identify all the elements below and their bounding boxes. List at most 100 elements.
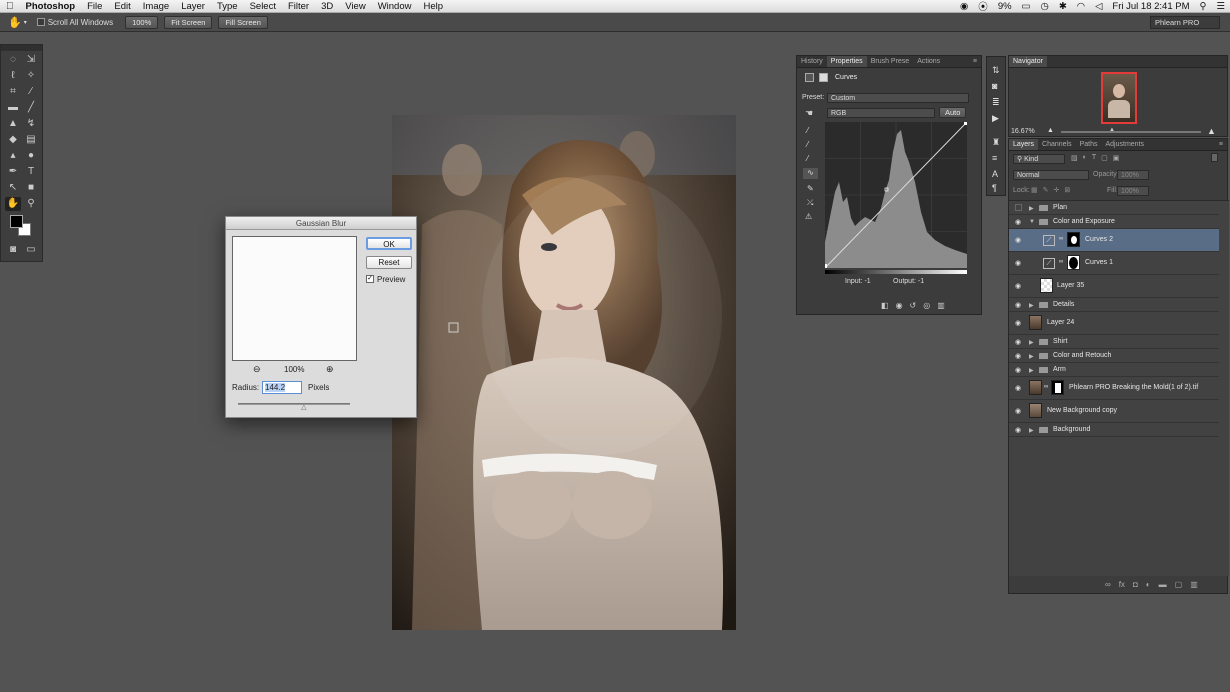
rectangle-tool-icon[interactable]: ■ <box>23 181 39 195</box>
eye-icon[interactable]: ◉ <box>1013 301 1023 309</box>
zoom-out-icon[interactable]: ⊖ <box>253 364 261 375</box>
new-group-icon[interactable]: ▬ <box>1159 580 1167 589</box>
navigator-zoom-slider[interactable] <box>1061 131 1201 133</box>
brush-panel-icon[interactable]: ≣ <box>992 97 1000 108</box>
eye-icon[interactable]: ◉ <box>1013 352 1023 360</box>
auto-button[interactable]: Auto <box>939 107 967 118</box>
curve-edit-icon[interactable]: ∿ <box>803 168 818 179</box>
new-adjustment-icon[interactable]: ◐ <box>1146 580 1151 589</box>
paragraph-panel-icon[interactable]: ¶ <box>992 183 997 193</box>
document-canvas[interactable] <box>392 115 736 630</box>
gradient-tool-icon[interactable]: ▤ <box>23 133 39 147</box>
black-point-eyedropper-icon[interactable]: ⁄ <box>807 126 808 135</box>
collapse-arrow-icon[interactable]: ▼ <box>1029 219 1035 225</box>
curves-graph[interactable] <box>825 122 967 268</box>
filter-pixel-icon[interactable]: ▨ <box>1071 154 1078 162</box>
expand-arrow-icon[interactable]: ▶ <box>1029 367 1034 374</box>
properties-panel-icon[interactable]: ◙ <box>992 81 997 91</box>
smooth-icon[interactable]: ⤯ <box>807 198 813 208</box>
eye-icon[interactable]: ◉ <box>1013 259 1023 267</box>
delete-layer-icon[interactable]: ▥ <box>1190 580 1198 589</box>
link-layers-icon[interactable]: ∞ <box>1105 580 1111 589</box>
notification-center-icon[interactable]: ☰ <box>1211 1 1230 12</box>
opacity-input[interactable]: 100% <box>1117 170 1149 180</box>
tab-actions[interactable]: Actions <box>913 56 944 67</box>
zoom-in-mountain-icon[interactable]: ▲ <box>1207 126 1216 136</box>
layer-thumbnail[interactable] <box>1029 380 1042 395</box>
expand-arrow-icon[interactable]: ▶ <box>1029 339 1034 346</box>
channel-select[interactable]: RGB <box>827 108 935 118</box>
expand-arrow-icon[interactable]: ▶ <box>1029 353 1034 360</box>
eye-icon[interactable]: ◉ <box>1013 384 1023 392</box>
stamp-tool-icon[interactable]: ▲ <box>5 117 21 131</box>
lock-transparent-icon[interactable]: ▦ <box>1031 186 1038 194</box>
battery-icon[interactable]: ▭ <box>1017 1 1036 12</box>
layer-style-icon[interactable]: fx <box>1119 580 1125 589</box>
magic-wand-icon[interactable]: ✧ <box>23 69 39 83</box>
filter-toggle[interactable] <box>1211 153 1218 162</box>
menu-filter[interactable]: Filter <box>282 1 315 12</box>
link-icon[interactable]: ∞ <box>1059 259 1063 265</box>
layer-mask-thumbnail[interactable] <box>1067 232 1080 247</box>
layer-thumbnail[interactable] <box>1040 278 1053 293</box>
lock-position-icon[interactable]: ✛ <box>1054 186 1060 194</box>
lock-pixels-icon[interactable]: ✎ <box>1043 186 1049 194</box>
lasso-tool-icon[interactable]: ℓ <box>5 69 21 83</box>
layer-row[interactable]: ◉ Layer 35 <box>1009 275 1219 298</box>
record-icon[interactable]: ⦿ <box>973 0 993 13</box>
gray-point-eyedropper-icon[interactable]: ⁄ <box>807 140 808 149</box>
healing-brush-icon[interactable]: ▬ <box>5 101 21 115</box>
layer-mask-thumbnail[interactable] <box>1067 255 1080 270</box>
tab-properties[interactable]: Properties <box>826 56 867 67</box>
time-machine-icon[interactable]: ◷ <box>1036 1 1054 12</box>
menu-select[interactable]: Select <box>244 1 282 12</box>
new-layer-icon[interactable]: ▢ <box>1175 580 1183 589</box>
layer-thumbnail[interactable] <box>1029 315 1042 330</box>
menu-layer[interactable]: Layer <box>175 1 211 12</box>
quick-mask-icon[interactable]: ◙ <box>5 243 21 257</box>
lock-all-icon[interactable]: ⊠ <box>1064 186 1070 194</box>
marquee-tool-icon[interactable]: ◌ <box>5 53 21 67</box>
history-brush-icon[interactable]: ↯ <box>23 117 39 131</box>
bluetooth-icon[interactable]: ✱ <box>1054 1 1072 12</box>
move-tool-icon[interactable]: ⇲ <box>23 53 39 67</box>
layer-row[interactable]: ▶ Plan <box>1009 201 1219 215</box>
layer-row[interactable]: ◉ ▶ Color and Retouch <box>1009 349 1219 363</box>
filter-smart-icon[interactable]: ▣ <box>1113 154 1120 162</box>
eye-icon[interactable]: ◉ <box>1013 236 1023 244</box>
view-previous-icon[interactable]: ◉ <box>896 301 903 310</box>
notification-icon[interactable]: ◉ <box>955 1 973 12</box>
expand-arrow-icon[interactable]: ▶ <box>1029 205 1034 212</box>
visibility-toggle-off[interactable] <box>1015 204 1022 211</box>
clock[interactable]: Fri Jul 18 2:41 PM <box>1107 1 1194 12</box>
radius-slider-track[interactable] <box>238 403 350 405</box>
zoom-out-mountain-icon[interactable]: ▲ <box>1047 127 1054 134</box>
volume-icon[interactable]: ◁ <box>1090 1 1107 12</box>
layer-mask-thumbnail[interactable] <box>1051 380 1064 395</box>
tool-presets-icon[interactable]: ♜ <box>992 137 1000 148</box>
foreground-color-swatch[interactable] <box>10 215 23 228</box>
tab-paths[interactable]: Paths <box>1076 139 1102 150</box>
layer-thumbnail[interactable] <box>1029 403 1042 418</box>
menu-edit[interactable]: Edit <box>108 1 136 12</box>
tab-history[interactable]: History <box>797 56 827 67</box>
tab-brush-presets[interactable]: Brush Prese <box>867 56 914 67</box>
layer-row[interactable]: ◉ New Background copy <box>1009 400 1219 423</box>
radius-slider-thumb[interactable]: △ <box>301 403 306 411</box>
fit-screen-button[interactable]: Fit Screen <box>164 15 213 29</box>
filter-type-icon[interactable]: T <box>1092 154 1096 162</box>
layer-row-selected[interactable]: ◉ ⟋ ∞ Curves 2 <box>1009 229 1219 252</box>
pen-tool-icon[interactable]: ✒ <box>5 165 21 179</box>
preset-select[interactable]: Custom <box>827 93 969 103</box>
filter-adjust-icon[interactable]: ◐ <box>1083 154 1087 162</box>
zoom-tool-icon[interactable]: ⚲ <box>23 197 39 211</box>
layer-row[interactable]: ◉ ▶ Shirt <box>1009 335 1219 349</box>
trash-icon[interactable]: ▥ <box>937 301 945 310</box>
workspace-select[interactable]: Phlearn PRO <box>1150 15 1220 29</box>
layer-row[interactable]: ◉ ▶ Arm <box>1009 363 1219 377</box>
pencil-draw-icon[interactable]: ✎ <box>807 184 814 193</box>
fill-input[interactable]: 100% <box>1117 186 1149 196</box>
layer-row[interactable]: ◉ Layer 24 <box>1009 312 1219 335</box>
layers-menu-icon[interactable]: ≡ <box>1215 139 1227 150</box>
menu-file[interactable]: File <box>81 1 108 12</box>
